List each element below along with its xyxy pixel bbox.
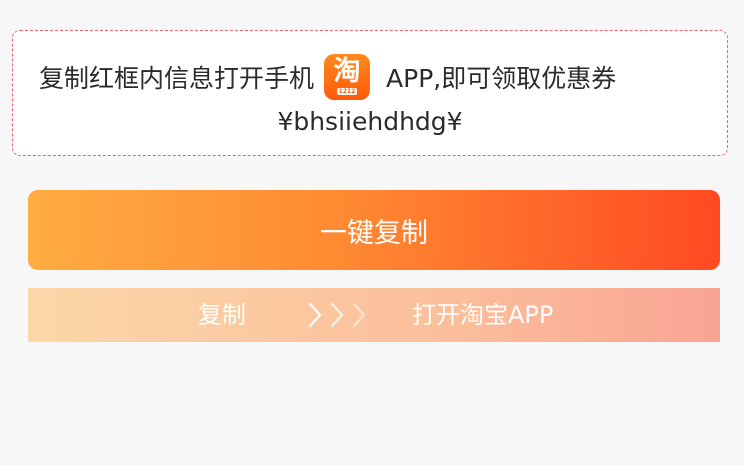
instruction-line: 复制红框内信息打开手机 淘 1212 APP,即可领取优惠券 xyxy=(39,54,617,100)
page: 复制红框内信息打开手机 淘 1212 APP,即可领取优惠券 ¥bhsiiehd… xyxy=(0,0,744,465)
steps-bar: 复制 打开淘宝APP xyxy=(28,288,720,342)
instruction-text-before: 复制红框内信息打开手机 xyxy=(39,64,315,93)
taobao-app-icon: 淘 1212 xyxy=(324,54,371,100)
triple-chevron-right-icon xyxy=(308,302,366,328)
step-open-taobao-label: 打开淘宝APP xyxy=(412,301,554,329)
one-click-copy-button[interactable]: 一键复制 xyxy=(28,190,720,270)
coupon-code-box: 复制红框内信息打开手机 淘 1212 APP,即可领取优惠券 ¥bhsiiehd… xyxy=(12,30,728,156)
app-icon-glyph: 淘 xyxy=(333,56,361,87)
coupon-code-text[interactable]: ¥bhsiiehdhdg¥ xyxy=(13,107,727,136)
step-copy-label: 复制 xyxy=(198,301,246,329)
instruction-text-after: APP,即可领取优惠券 xyxy=(386,64,617,93)
app-icon-badge: 1212 xyxy=(337,88,358,95)
